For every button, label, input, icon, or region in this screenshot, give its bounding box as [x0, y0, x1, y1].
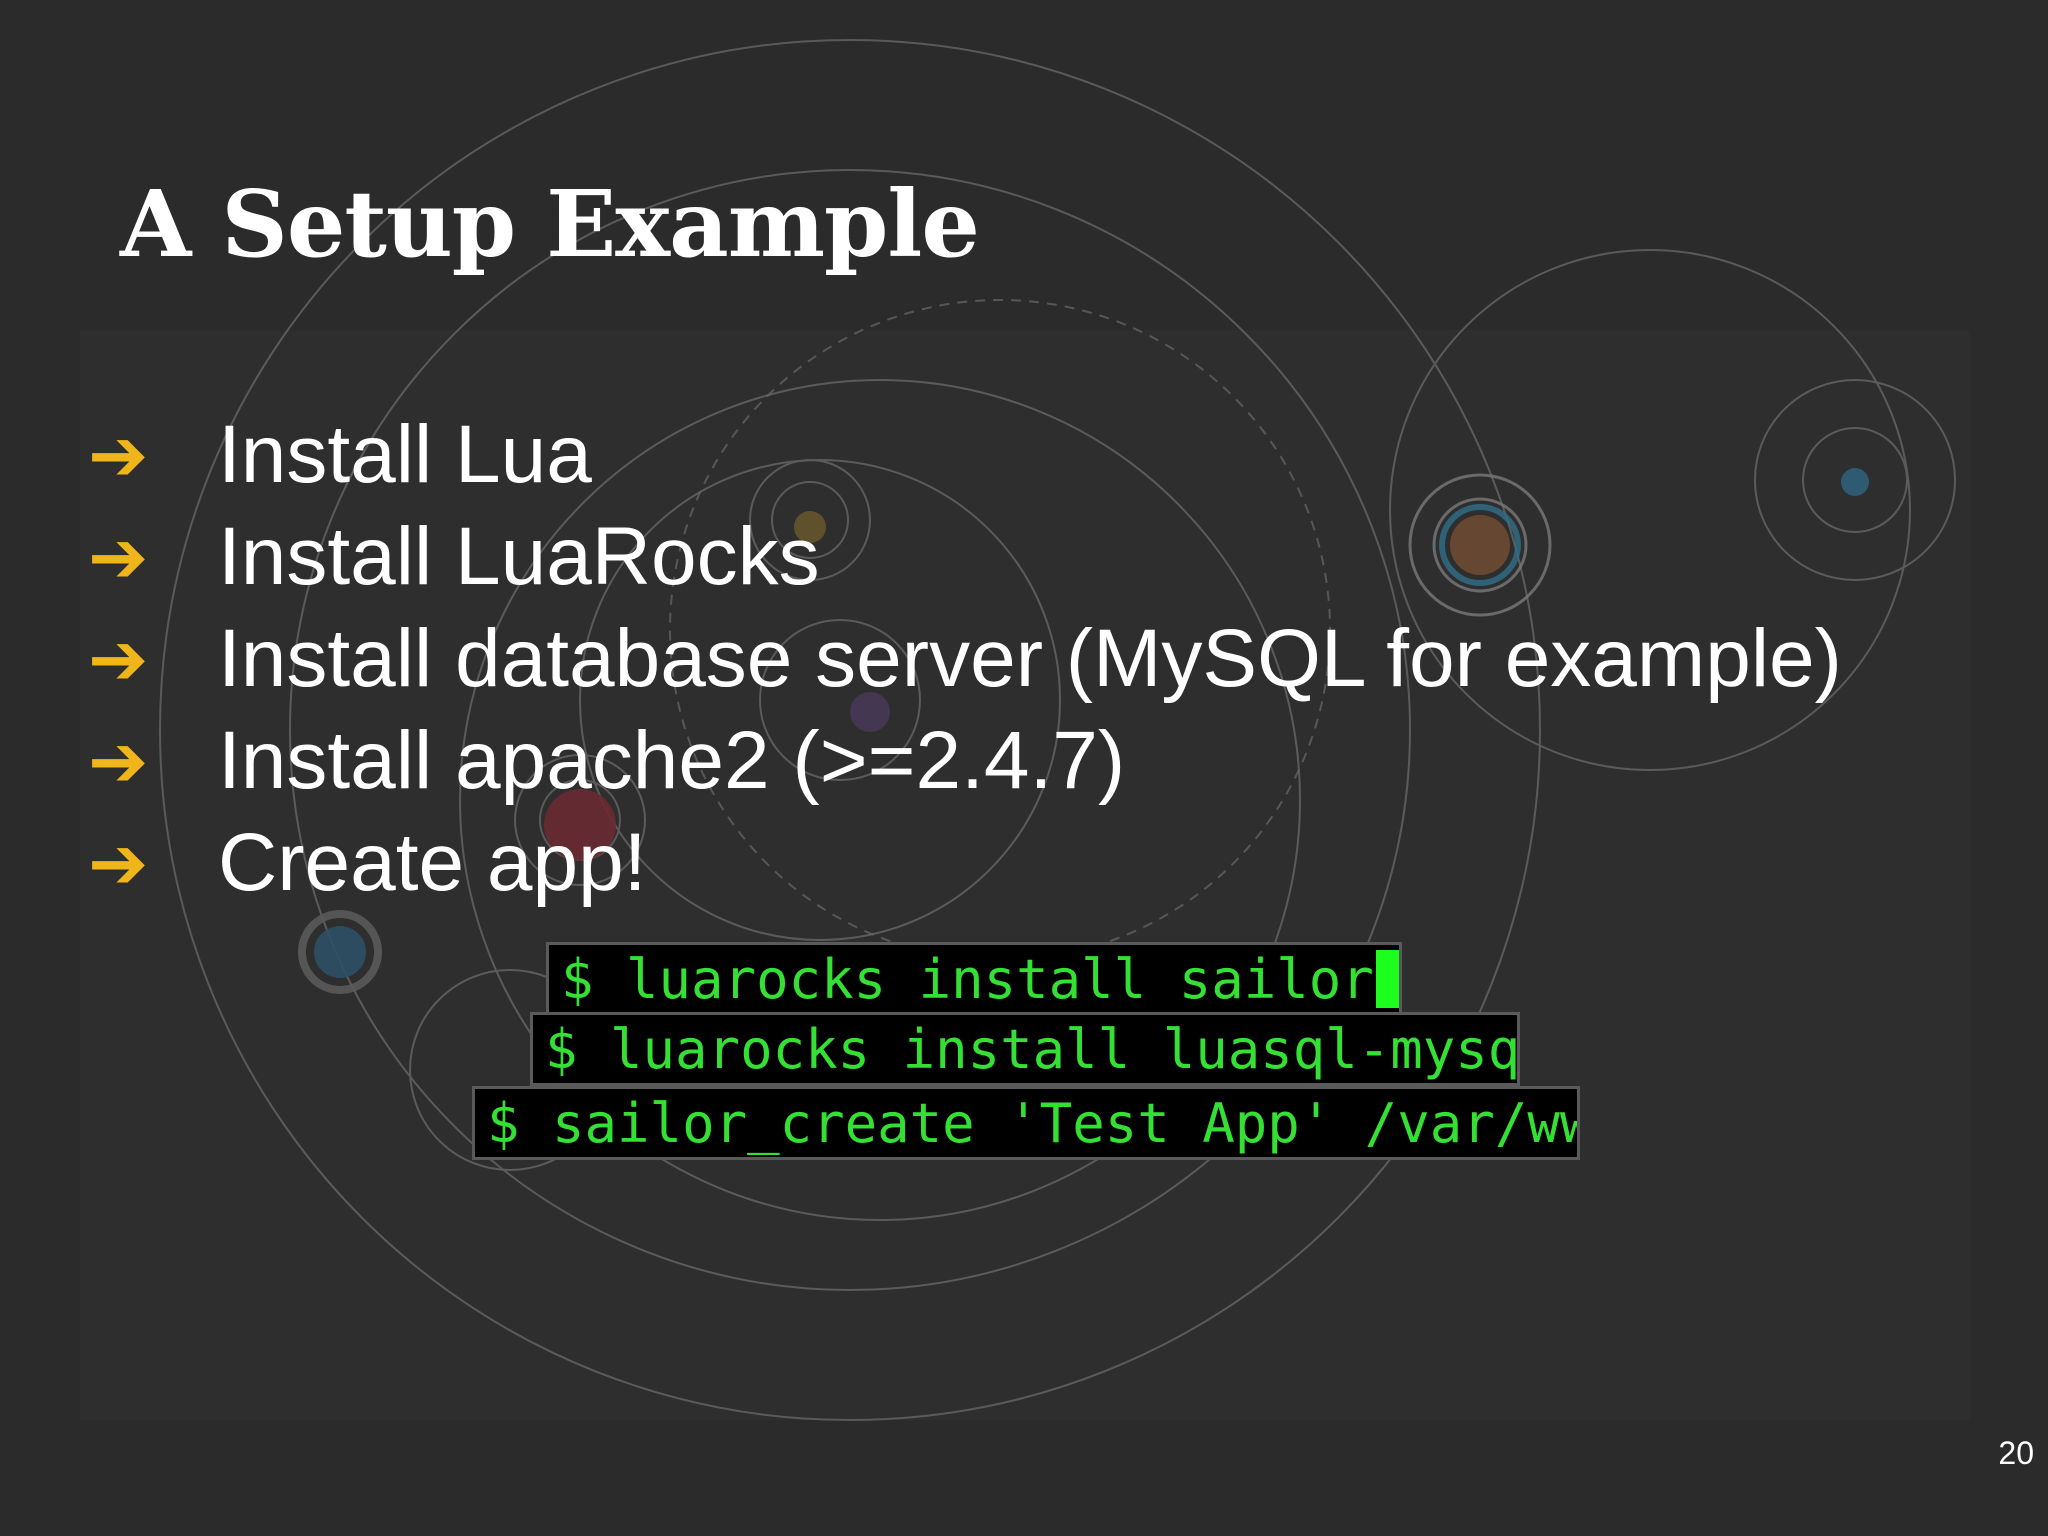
list-item: ➔ Install LuaRocks — [88, 506, 1842, 608]
arrow-right-icon: ➔ — [88, 821, 149, 905]
list-item: ➔ Install apache2 (>=2.4.7) — [88, 710, 1842, 812]
arrow-right-icon: ➔ — [88, 515, 149, 599]
bullet-text: Install LuaRocks — [218, 511, 820, 602]
bullet-text: Install Lua — [218, 409, 592, 500]
slide-title: A Setup Example — [120, 170, 980, 278]
arrow-right-icon: ➔ — [88, 719, 149, 803]
list-item: ➔ Install Lua — [88, 404, 1842, 506]
terminal-command-text: $ sailor_create 'Test App' /var/www — [487, 1091, 1580, 1155]
bullet-list: ➔ Install Lua ➔ Install LuaRocks ➔ Insta… — [88, 404, 1842, 914]
terminal-cursor — [1375, 950, 1399, 1008]
bullet-text: Install apache2 (>=2.4.7) — [218, 715, 1126, 806]
page-number: 20 — [1998, 1435, 2034, 1471]
list-item: ➔ Create app! — [88, 812, 1842, 914]
terminal-command-text: $ luarocks install sailor — [561, 947, 1374, 1011]
terminal-command-sailor-create: $ sailor_create 'Test App' /var/www — [472, 1086, 1580, 1160]
terminal-command-luarocks-luasql: $ luarocks install luasql-mysql — [530, 1012, 1520, 1086]
arrow-right-icon: ➔ — [88, 617, 149, 701]
arrow-right-icon: ➔ — [88, 413, 149, 497]
terminal-command-luarocks-sailor: $ luarocks install sailor — [546, 942, 1402, 1016]
bullet-text: Create app! — [218, 817, 647, 908]
list-item: ➔ Install database server (MySQL for exa… — [88, 608, 1842, 710]
terminal-command-text: $ luarocks install luasql-mysql — [545, 1017, 1520, 1081]
bullet-text: Install database server (MySQL for examp… — [218, 613, 1842, 704]
